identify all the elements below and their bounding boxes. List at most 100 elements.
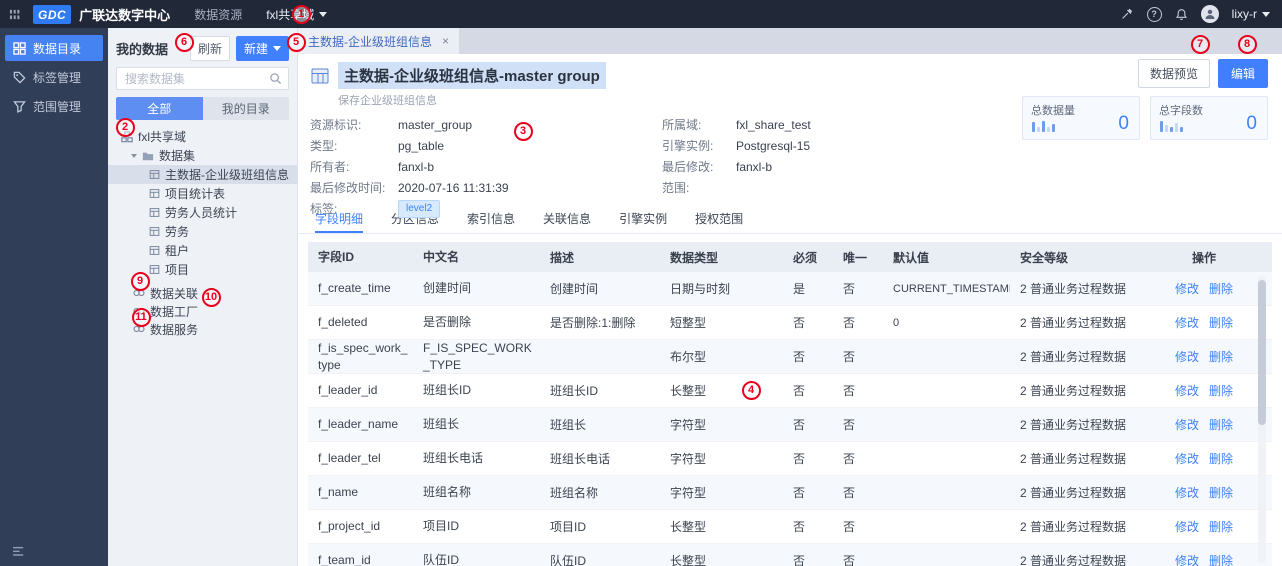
- menu-data-resource[interactable]: 数据资源: [194, 6, 242, 23]
- tree-item-domain[interactable]: fxl共享域: [108, 127, 297, 146]
- apps-icon[interactable]: [9, 8, 22, 21]
- stat-value: 0: [1246, 113, 1257, 134]
- search-icon[interactable]: [269, 72, 282, 85]
- tab-bar: 主数据-企业级班组信息 ×: [298, 28, 1282, 54]
- domain-selector[interactable]: fxl共享域: [266, 6, 328, 23]
- tree-item-data-service[interactable]: 数据服务: [108, 320, 297, 338]
- chevron-down-icon: [131, 153, 137, 158]
- user-menu[interactable]: lixy-r: [1232, 7, 1270, 21]
- modify-link[interactable]: 修改: [1175, 450, 1199, 467]
- table-cell: 长整型: [670, 554, 707, 566]
- table-cell: 否: [843, 452, 856, 466]
- tag-chip: level2: [398, 199, 441, 218]
- edit-button[interactable]: 编辑: [1217, 59, 1268, 88]
- meta-label: 所属域:: [662, 118, 702, 132]
- top-bar: GDC 广联达数字中心 数据资源 fxl共享域 ? lixy-r: [0, 0, 1282, 28]
- modify-link[interactable]: 修改: [1175, 552, 1199, 566]
- tree-item-dataset[interactable]: 主数据-企业级班组信息: [108, 165, 297, 184]
- table-cell: CURRENT_TIMESTAMP: [893, 282, 1010, 295]
- refresh-button[interactable]: 刷新: [189, 36, 230, 61]
- modify-link[interactable]: 修改: [1175, 518, 1199, 535]
- tree-item-dataset[interactable]: 项目: [108, 260, 297, 279]
- avatar[interactable]: [1200, 5, 1219, 23]
- table-cell: 是否删除: [423, 315, 472, 330]
- scrollbar-thumb[interactable]: [1258, 280, 1266, 425]
- table-cell-ops: 修改 删除: [1162, 374, 1250, 407]
- table-cell: 否: [843, 486, 856, 500]
- scrollbar[interactable]: [1258, 276, 1266, 563]
- table-cell: 2 普通业务过程数据: [1020, 316, 1127, 330]
- delete-link[interactable]: 删除: [1209, 450, 1233, 467]
- table-cell: f_leader_name: [318, 417, 399, 432]
- tree-item-data-factory[interactable]: 数据工厂: [108, 302, 297, 320]
- tree-item-dataset-folder[interactable]: 数据集: [108, 146, 297, 165]
- tree-item-label: 主数据-企业级班组信息: [165, 168, 289, 182]
- delete-link[interactable]: 删除: [1209, 552, 1233, 566]
- tab-master-data[interactable]: 主数据-企业级班组信息 ×: [298, 28, 460, 54]
- delete-link[interactable]: 删除: [1209, 348, 1233, 365]
- dataset-icon: [149, 264, 160, 275]
- sidebar-item-data-catalog[interactable]: 数据目录: [5, 35, 103, 61]
- close-icon[interactable]: ×: [442, 34, 449, 48]
- sidebar-item-scope-management[interactable]: 范围管理: [5, 93, 103, 119]
- bell-icon[interactable]: [1175, 8, 1188, 21]
- chevron-down-icon: [1262, 11, 1270, 17]
- table-cell: f_project_id: [318, 519, 381, 534]
- search-input[interactable]: [116, 67, 289, 90]
- sidebar-item-label: 标签管理: [33, 70, 82, 85]
- meta-value: fanxl-b: [736, 159, 773, 174]
- sidebar-item-tag-management[interactable]: 标签管理: [5, 64, 103, 90]
- table-cell-ops: 修改 删除: [1162, 306, 1250, 339]
- modify-link[interactable]: 修改: [1175, 280, 1199, 297]
- delete-link[interactable]: 删除: [1209, 484, 1233, 501]
- table-cell: f_is_spec_work_type: [318, 341, 408, 372]
- delete-link[interactable]: 删除: [1209, 518, 1233, 535]
- tree-item-dataset[interactable]: 劳务: [108, 222, 297, 241]
- meta-label: 最后修改时间:: [310, 181, 386, 195]
- tree-links: 数据关联 数据工厂 数据服务: [108, 284, 297, 338]
- table-cell: [883, 476, 1010, 509]
- modify-link[interactable]: 修改: [1175, 416, 1199, 433]
- meta-label: 标签:: [310, 202, 338, 216]
- table-cell: 班组长ID: [550, 384, 599, 398]
- tree-item-dataset[interactable]: 租户: [108, 241, 297, 260]
- filter-tab-1[interactable]: 我的目录: [202, 97, 289, 120]
- chevron-down-icon: [273, 46, 281, 51]
- delete-link[interactable]: 删除: [1209, 416, 1233, 433]
- table-cell: f_create_time: [318, 281, 391, 296]
- table-row: f_leader_id 班组长ID 班组长ID 长整型 否 否 2 普通业务过程数据 修改 删除: [308, 374, 1272, 408]
- modify-link[interactable]: 修改: [1175, 314, 1199, 331]
- tree-item-label: 项目: [165, 263, 190, 277]
- filter-tab-0[interactable]: 全部: [116, 97, 203, 120]
- table-cell: 项目ID: [550, 520, 587, 534]
- dataset-icon: [149, 226, 160, 237]
- table-row: f_leader_tel 班组长电话 班组长电话 字符型 否 否 2 普通业务过程数据 修改删…: [308, 442, 1272, 476]
- tree-item-dataset[interactable]: 劳务人员统计: [108, 203, 297, 222]
- table-cell: f_team_id: [318, 553, 371, 566]
- scope-icon: [13, 100, 26, 113]
- column-header: 安全等级: [1020, 250, 1069, 265]
- delete-link[interactable]: 删除: [1209, 314, 1233, 331]
- user-name: lixy-r: [1231, 7, 1257, 21]
- tree-item-data-relation[interactable]: 数据关联: [108, 284, 297, 302]
- meta-label: 类型:: [310, 139, 338, 153]
- data-preview-button[interactable]: 数据预览: [1137, 59, 1210, 88]
- collapse-icon[interactable]: [13, 546, 26, 557]
- tree-item-dataset[interactable]: 项目统计表: [108, 184, 297, 203]
- create-button[interactable]: 新建: [235, 36, 289, 61]
- gdc-logo: GDC: [33, 4, 72, 24]
- table-cell: [883, 408, 1010, 441]
- table-cell-ops: 修改 删除: [1162, 544, 1250, 566]
- modify-link[interactable]: 修改: [1175, 382, 1199, 399]
- topbar-right: ? lixy-r: [1120, 5, 1270, 23]
- chevron-down-icon: [319, 11, 328, 17]
- tools-icon[interactable]: [1120, 7, 1134, 21]
- modify-link[interactable]: 修改: [1175, 348, 1199, 365]
- mini-bar-chart-icon: [1032, 121, 1055, 132]
- meta-value: Postgresql-15: [736, 138, 811, 153]
- help-icon[interactable]: ?: [1146, 6, 1162, 22]
- tree-item-label: 数据关联: [150, 286, 199, 301]
- modify-link[interactable]: 修改: [1175, 484, 1199, 501]
- delete-link[interactable]: 删除: [1209, 382, 1233, 399]
- delete-link[interactable]: 删除: [1209, 280, 1233, 297]
